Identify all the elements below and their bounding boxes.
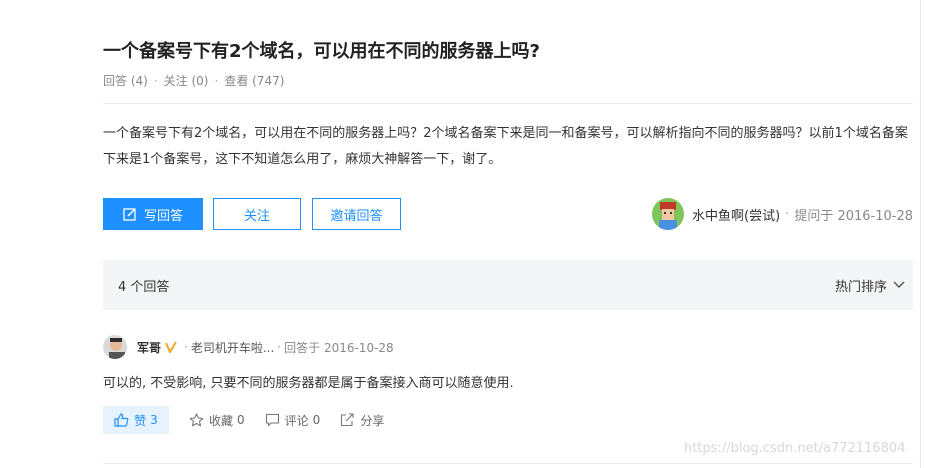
question-title: 一个备案号下有2个域名，可以用在不同的服务器上吗? [103, 41, 540, 62]
page-edge [920, 0, 921, 468]
sort-dropdown[interactable]: 热门排序 [835, 276, 905, 295]
comment-label: 评论 [284, 413, 309, 428]
watermark-text: https://blog.csdn.net/a772116804 [684, 441, 906, 456]
comment-button[interactable]: 评论 0 [265, 412, 321, 429]
views-count: 查看 (747) [224, 74, 285, 88]
write-answer-button[interactable]: 写回答 [103, 198, 203, 230]
answer-date: 回答于 2016-10-28 [284, 340, 394, 355]
answer-author-avatar[interactable] [103, 335, 127, 359]
question-meta: 回答 (4) · 关注 (0) · 查看 (747) [103, 74, 285, 88]
question-body: 一个备案号下有2个域名，可以用在不同的服务器上吗？2个域名备案下来是同一和备案号… [103, 126, 908, 167]
answer-actions: 赞 3 收藏 0 评论 0 分享 [103, 406, 404, 434]
follow-button[interactable]: 关注 [213, 198, 301, 230]
comment-icon [265, 413, 279, 427]
comment-count: 0 [312, 413, 321, 427]
asker-info: 水中鱼啊(尝试) · 提问于 2016-10-28 [652, 198, 913, 230]
asker-name[interactable]: 水中鱼啊(尝试) [692, 205, 780, 224]
answer-text: 可以的, 不受影响, 只要不同的服务器都是属于备案接入商可以随意使用. [103, 376, 514, 391]
chevron-down-icon [893, 281, 905, 288]
answer-header: 军哥 · 老司机开车啦... · 回答于 2016-10-28 [103, 335, 394, 359]
share-button[interactable]: 分享 [340, 412, 384, 429]
like-label: 赞 [134, 413, 147, 428]
star-icon [189, 413, 204, 427]
asked-date: 提问于 2016-10-28 [794, 208, 913, 224]
answers-header-bar: 4 个回答 热门排序 [103, 260, 913, 310]
answers-count: 4 个回答 [118, 279, 170, 295]
asker-avatar[interactable] [652, 198, 685, 230]
collect-count: 0 [237, 413, 245, 427]
verified-icon [165, 341, 177, 353]
thumbs-up-icon [114, 413, 129, 427]
sort-label: 热门排序 [834, 279, 887, 295]
answers-count-link[interactable]: 回答 (4) [103, 74, 148, 88]
divider [103, 463, 913, 464]
edit-icon [123, 208, 136, 221]
like-button[interactable]: 赞 3 [103, 406, 169, 434]
answer-author-bio: 老司机开车啦... [190, 340, 275, 355]
collect-button[interactable]: 收藏 0 [189, 412, 245, 429]
invite-answer-button[interactable]: 邀请回答 [312, 198, 401, 230]
write-answer-label: 写回答 [143, 208, 183, 224]
collect-label: 收藏 [209, 413, 234, 428]
follows-count-link[interactable]: 关注 (0) [164, 74, 209, 88]
share-label: 分享 [360, 413, 385, 428]
share-icon [341, 413, 354, 427]
answer-author-name[interactable]: 军哥 [137, 339, 161, 356]
divider [103, 103, 913, 104]
like-count: 3 [150, 413, 158, 427]
